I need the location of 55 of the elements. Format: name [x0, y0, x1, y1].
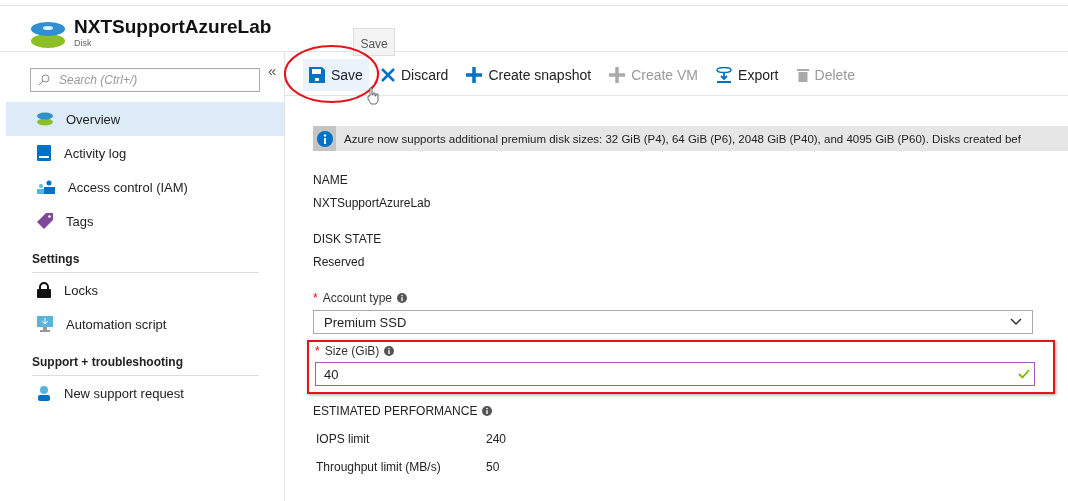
section-heading: Settings — [32, 252, 259, 273]
plus-icon — [609, 67, 626, 83]
size-input-field[interactable]: 40 — [315, 362, 1035, 386]
field-label: Account type — [322, 291, 393, 305]
sidebar-item[interactable]: Locks — [6, 273, 284, 307]
hand-cursor-icon — [367, 87, 379, 105]
section-heading: Support + troubleshooting — [32, 355, 259, 376]
toolbar-button[interactable]: Discard — [374, 59, 455, 91]
metric-label: IOPS limit — [316, 432, 371, 446]
disk-icon — [37, 112, 53, 126]
info-banner-text: Azure now supports additional premium disk sizes: 32 GiB (P4), 64 GiB (P6), 2048 GiB (P40), and 4095 GiB (P60). Disks created bef — [344, 132, 1021, 145]
required-asterisk: * — [313, 291, 318, 305]
lock-icon — [37, 282, 51, 298]
section-heading: ESTIMATED PERFORMANCE — [313, 404, 478, 418]
toolbar-button[interactable]: Create snapshot — [460, 59, 598, 91]
tooltip: Save — [353, 28, 395, 56]
property-label: NAME — [313, 173, 349, 187]
search-icon — [38, 74, 50, 86]
property-label: DISK STATE — [313, 232, 383, 246]
person-icon — [37, 385, 51, 401]
toolbar-button[interactable]: Export — [710, 59, 785, 91]
save-icon — [309, 67, 325, 83]
export-icon — [716, 67, 733, 83]
trash-icon — [796, 68, 809, 82]
book-icon — [37, 145, 51, 161]
tag-icon — [37, 213, 53, 229]
sidebar-item[interactable]: Activity log — [6, 136, 284, 170]
plus-icon — [466, 67, 483, 83]
collapse-button[interactable]: « — [268, 62, 277, 79]
required-asterisk: * — [315, 344, 320, 358]
sidebar-item[interactable]: Access control (IAM) — [6, 170, 284, 204]
account-type-dropdown[interactable]: Premium SSD — [313, 310, 1033, 334]
property-value: Reserved — [313, 255, 366, 269]
property-value: NXTSupportAzureLab — [313, 196, 432, 210]
info-icon — [384, 346, 395, 356]
search-field[interactable]: Search (Ctrl+/) — [30, 68, 260, 92]
sidebar-item[interactable]: Automation script — [6, 307, 284, 341]
page-subtitle: Disk — [74, 38, 93, 48]
sidebar-item[interactable]: Overview — [6, 102, 284, 136]
monitor-icon — [37, 316, 53, 332]
close-icon — [380, 68, 395, 82]
disk-icon — [30, 20, 66, 50]
info-icon — [482, 406, 493, 416]
page-title: NXTSupportAzureLab — [74, 16, 272, 38]
sidebar-item[interactable]: Tags — [6, 204, 284, 238]
info-icon — [316, 130, 333, 147]
metric-label: Throughput limit (MB/s) — [316, 460, 442, 474]
metric-value: 240 — [486, 432, 507, 446]
chevron-down-icon — [1010, 318, 1022, 326]
sidebar-item[interactable]: New support request — [6, 376, 284, 410]
people-icon — [37, 180, 55, 194]
info-icon — [397, 293, 408, 303]
field-label: Size (GiB) — [324, 344, 380, 358]
metric-value: 50 — [486, 460, 500, 474]
toolbar-button[interactable]: Save — [303, 59, 369, 91]
